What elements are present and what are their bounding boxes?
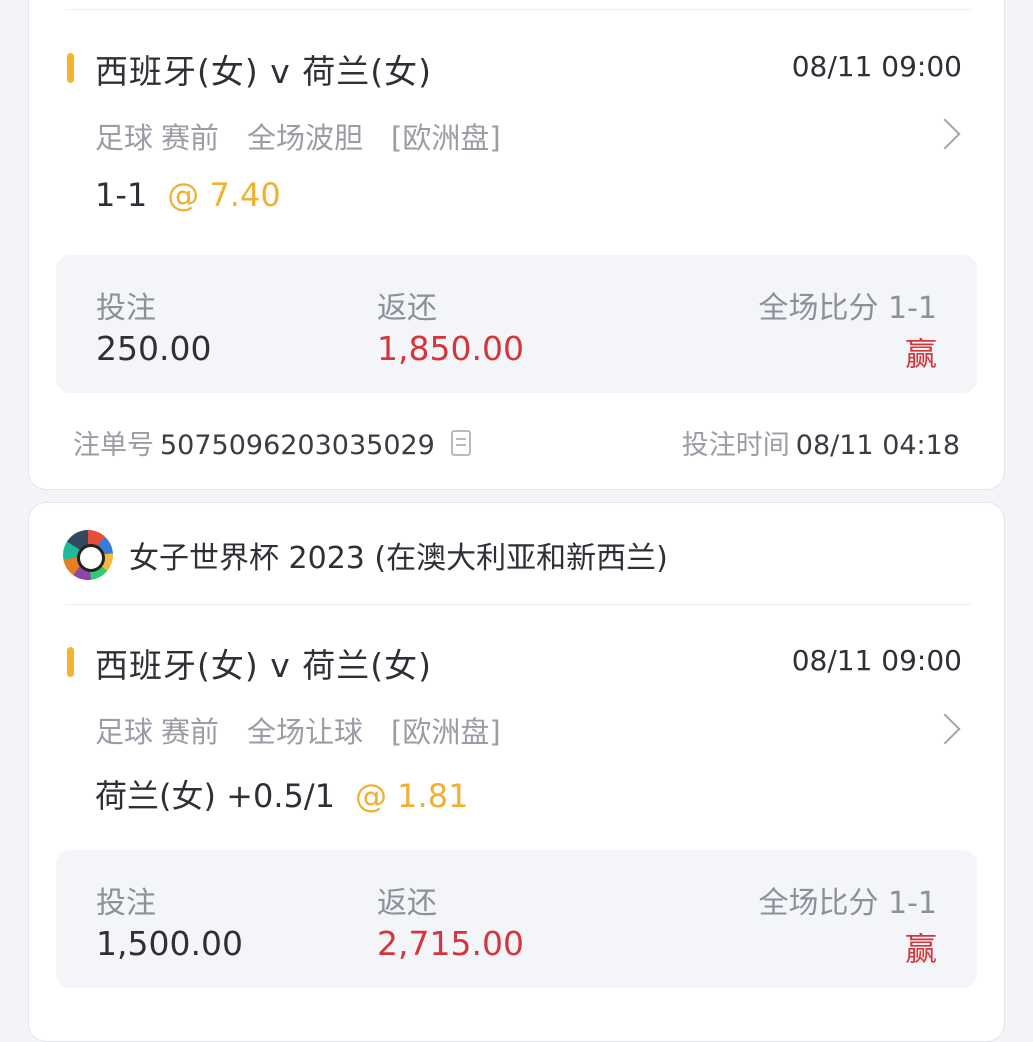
selection: 荷兰(女) +0.5/1 @ 1.81 [95,771,468,817]
ticket-label: 注单号 [73,430,154,461]
stage-label: 赛前 [161,715,220,749]
result-badge: 赢 [904,335,937,373]
market-label: 全场让球 [247,715,364,749]
divider [65,9,972,10]
stage-label: 赛前 [161,121,220,155]
match-accent-bar [67,53,74,83]
ticket-number: 5075096203035029 [160,430,435,461]
market-line[interactable]: 足球 赛前 全场波胆 [欧洲盘] [95,115,509,157]
sport-label: 足球 [95,121,154,155]
return-label: 返还 [377,886,437,921]
bet-time-info: 投注时间 08/11 04:18 [682,423,960,462]
bet-card-1: 西班牙(女) v 荷兰(女) 08/11 09:00 足球 赛前 全场波胆 [欧洲盘]… [28,0,1005,490]
divider [65,604,972,605]
stake-label: 投注 [96,291,156,326]
return-label: 返还 [377,291,437,326]
league-name: 女子世界杯 2023 (在澳大利亚和新西兰) [129,541,668,576]
chevron-right-icon[interactable] [929,118,961,150]
selection-value: 1-1 [95,176,148,214]
match-time: 08/11 09:00 [791,50,962,83]
odds-type-label: [欧洲盘] [391,121,501,155]
match-time: 08/11 09:00 [791,644,962,677]
result-badge: 赢 [904,930,937,968]
bet-card-2: 女子世界杯 2023 (在澳大利亚和新西兰) 西班牙(女) v 荷兰(女) 08… [28,502,1005,1042]
odds-value: @ 7.40 [167,176,281,214]
score-label: 全场比分 1-1 [758,886,937,921]
sport-label: 足球 [95,715,154,749]
match-title: 西班牙(女) v 荷兰(女) [95,646,433,685]
copy-icon[interactable] [450,430,471,456]
bet-time-label: 投注时间 [681,430,790,461]
selection: 1-1 @ 7.40 [95,176,281,214]
selection-value: 荷兰(女) +0.5/1 [95,777,335,815]
stake-label: 投注 [96,886,156,921]
match-accent-bar [67,647,74,677]
stake-value: 250.00 [96,329,212,368]
market-line[interactable]: 足球 赛前 全场让球 [欧洲盘] [95,709,509,751]
league-header: 女子世界杯 2023 (在澳大利亚和新西兰) [63,525,668,585]
bet-time-value: 08/11 04:18 [795,430,960,461]
return-value: 2,715.00 [377,924,524,963]
stake-value: 1,500.00 [96,924,243,963]
market-label: 全场波胆 [247,121,364,155]
match-title: 西班牙(女) v 荷兰(女) [95,52,433,91]
ticket-info: 注单号 5075096203035029 [73,423,471,462]
league-logo-icon [63,530,113,580]
odds-value: @ 1.81 [355,777,469,815]
bet-summary: 投注 1,500.00 返还 2,715.00 全场比分 1-1 赢 [56,850,977,988]
chevron-right-icon[interactable] [929,713,961,745]
odds-type-label: [欧洲盘] [391,715,501,749]
return-value: 1,850.00 [377,329,524,368]
bet-summary: 投注 250.00 返还 1,850.00 全场比分 1-1 赢 [56,255,977,393]
score-label: 全场比分 1-1 [758,291,937,326]
